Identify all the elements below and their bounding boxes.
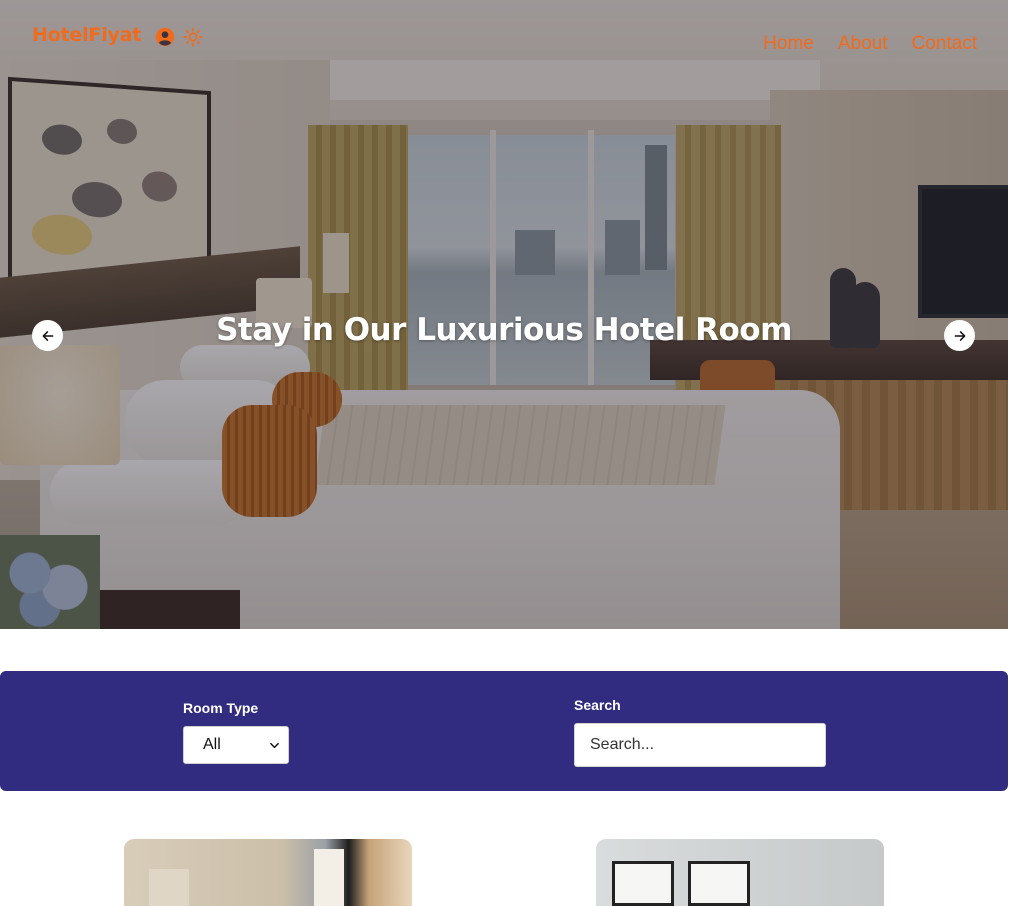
user-circle-icon[interactable] — [154, 26, 176, 48]
sun-icon[interactable] — [182, 26, 204, 48]
main-nav: Home About Contact — [763, 33, 977, 55]
carousel-prev-button[interactable] — [32, 320, 63, 351]
search-input[interactable] — [574, 723, 826, 767]
carousel-next-button[interactable] — [944, 320, 975, 351]
room-type-select[interactable]: All — [183, 726, 289, 764]
filter-bar — [0, 671, 1008, 791]
nav-link-home[interactable]: Home — [763, 33, 814, 55]
room-card-image[interactable] — [596, 839, 884, 906]
room-card-curtain — [314, 849, 344, 906]
nav-link-contact[interactable]: Contact — [912, 33, 977, 55]
room-card-frame — [612, 861, 674, 906]
room-card-image[interactable] — [124, 839, 412, 906]
room-card-frame — [688, 861, 750, 906]
room-card-lamp — [149, 869, 189, 906]
arrow-right-icon — [954, 330, 965, 341]
chevron-down-icon — [270, 742, 279, 748]
room-type-label: Room Type — [183, 700, 259, 716]
room-type-value: All — [203, 736, 221, 753]
search-label: Search — [574, 697, 621, 713]
brand-logo[interactable]: HotelFiyat — [32, 24, 141, 46]
hero-title: Stay in Our Luxurious Hotel Room — [216, 312, 792, 348]
arrow-left-icon — [42, 330, 53, 341]
nav-link-about[interactable]: About — [838, 33, 888, 55]
